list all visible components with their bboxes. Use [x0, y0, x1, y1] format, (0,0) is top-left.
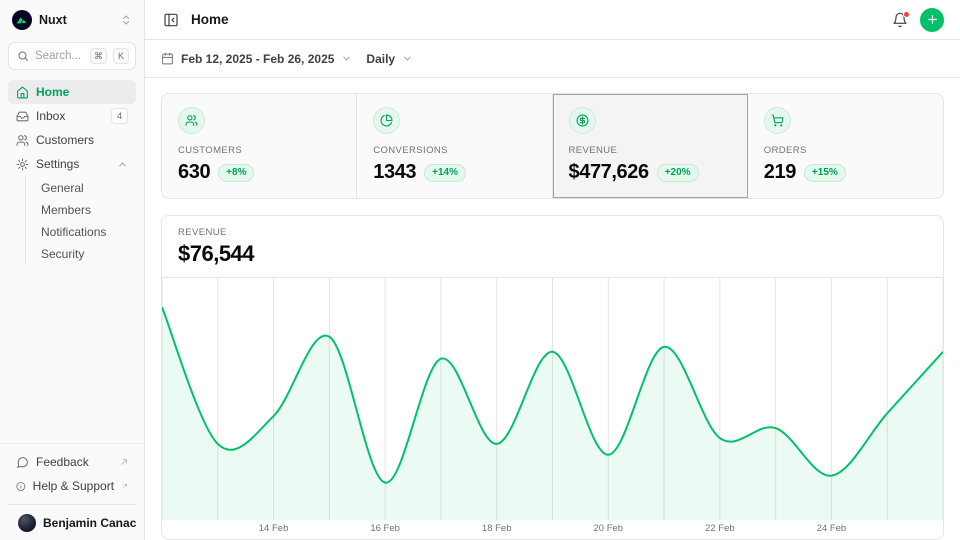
sidebar-item-label: Customers [36, 133, 128, 147]
search-box[interactable]: ⌘ K [8, 42, 136, 70]
message-circle-icon [16, 456, 29, 469]
sidebar-collapse-button[interactable] [161, 10, 181, 30]
notifications-button[interactable] [890, 10, 910, 30]
user-name: Benjamin Canac [43, 516, 136, 530]
date-range-button[interactable]: Feb 12, 2025 - Feb 26, 2025 [161, 52, 352, 66]
plus-icon [926, 13, 939, 26]
sidebar-item-label: Inbox [36, 109, 104, 123]
sidebar-item-customers[interactable]: Customers [8, 128, 136, 152]
page-title: Home [191, 12, 880, 27]
filters-toolbar: Feb 12, 2025 - Feb 26, 2025 Daily [145, 40, 960, 78]
sidebar-item-label: Home [36, 85, 128, 99]
external-link-icon [120, 458, 128, 466]
team-name: Nuxt [39, 13, 113, 27]
revenue-chart-card: Revenue $76,544 14 Feb 16 Feb 18 Feb 20 Feb… [161, 215, 944, 540]
shopping-cart-icon [771, 114, 784, 127]
panel-left-close-icon [163, 12, 179, 28]
chevron-down-icon [402, 53, 413, 64]
sidebar-item-security[interactable]: Security [37, 243, 136, 265]
sidebar-item-general[interactable]: General [37, 177, 136, 199]
stat-label: Revenue [569, 145, 731, 156]
stat-value: 630 [178, 161, 210, 184]
x-tick-label: 14 Feb [259, 523, 289, 534]
sidebar-nav: Home Inbox 4 Customers Settings General … [0, 80, 144, 265]
kbd-k: K [113, 48, 129, 64]
circle-dollar-icon [576, 114, 589, 127]
x-tick-label: 22 Feb [705, 523, 735, 534]
granularity-select[interactable]: Daily [366, 52, 413, 66]
stat-value: 219 [764, 161, 796, 184]
revenue-chart-plot[interactable] [162, 278, 943, 520]
inbox-count-badge: 4 [111, 108, 128, 124]
dashboard-content: Customers 630 +8% Conversions 1343 +14% [145, 78, 960, 540]
users-icon [16, 134, 29, 147]
sidebar-item-members[interactable]: Members [37, 199, 136, 221]
stat-card-orders[interactable]: Orders 219 +15% [748, 94, 943, 198]
gear-icon [16, 158, 29, 171]
x-tick-label: 24 Feb [817, 523, 847, 534]
sidebar-item-notifications[interactable]: Notifications [37, 221, 136, 243]
main-panel: Home Feb 12, 2025 - Feb 26, 2025 Daily [145, 0, 960, 540]
calendar-icon [161, 52, 174, 65]
users-icon [185, 114, 198, 127]
search-icon [17, 50, 29, 62]
stat-label: Customers [178, 145, 340, 156]
feedback-link[interactable]: Feedback [8, 450, 136, 474]
sidebar-item-settings[interactable]: Settings [8, 152, 136, 176]
x-tick-label: 18 Feb [482, 523, 512, 534]
footer-link-label: Feedback [36, 455, 112, 469]
granularity-label: Daily [366, 52, 395, 66]
search-input[interactable] [35, 50, 84, 62]
stat-card-revenue[interactable]: Revenue $477,626 +20% [553, 94, 748, 198]
stat-value: $477,626 [569, 161, 649, 184]
stat-delta-badge: +14% [424, 164, 466, 182]
chevrons-up-down-icon [120, 14, 132, 26]
x-tick-label: 20 Feb [593, 523, 623, 534]
page-header: Home [145, 0, 960, 40]
stat-delta-badge: +15% [804, 164, 846, 182]
sidebar-item-label: Settings [36, 157, 110, 171]
sub-item-label: General [41, 181, 84, 195]
chart-pie-icon [380, 114, 393, 127]
stat-label: Conversions [373, 145, 535, 156]
notification-dot [903, 11, 910, 18]
footer-link-label: Help & Support [33, 479, 114, 493]
stats-grid: Customers 630 +8% Conversions 1343 +14% [161, 93, 944, 199]
settings-submenu: General Members Notifications Security [25, 177, 136, 265]
sub-item-label: Security [41, 247, 84, 261]
add-button[interactable] [920, 8, 944, 32]
avatar [18, 514, 36, 532]
info-circle-icon [16, 480, 26, 493]
date-range-label: Feb 12, 2025 - Feb 26, 2025 [181, 52, 334, 66]
sidebar-item-inbox[interactable]: Inbox 4 [8, 104, 136, 128]
sidebar-item-home[interactable]: Home [8, 80, 136, 104]
app-window: Nuxt ⌘ K Home Inbox 4 Customers [0, 0, 960, 540]
sidebar: Nuxt ⌘ K Home Inbox 4 Customers [0, 0, 145, 540]
home-icon [16, 86, 29, 99]
sub-item-label: Members [41, 203, 91, 217]
help-support-link[interactable]: Help & Support [8, 474, 136, 498]
nuxt-logo-icon [12, 10, 32, 30]
chart-x-axis: 14 Feb 16 Feb 18 Feb 20 Feb 22 Feb 24 Feb [162, 520, 943, 539]
stat-value: 1343 [373, 161, 416, 184]
chart-label: Revenue [178, 227, 927, 238]
sub-item-label: Notifications [41, 225, 106, 239]
chart-value: $76,544 [178, 241, 927, 267]
stat-label: Orders [764, 145, 927, 156]
stat-delta-badge: +20% [657, 164, 699, 182]
chevron-down-icon [341, 53, 352, 64]
sidebar-footer: Feedback Help & Support Benjamin Canac [0, 443, 144, 540]
stat-delta-badge: +8% [218, 164, 254, 182]
stat-card-customers[interactable]: Customers 630 +8% [162, 94, 357, 198]
stat-card-conversions[interactable]: Conversions 1343 +14% [357, 94, 552, 198]
external-link-icon [122, 482, 128, 490]
kbd-cmd: ⌘ [90, 48, 107, 64]
user-menu[interactable]: Benjamin Canac [8, 504, 136, 540]
x-tick-label: 16 Feb [370, 523, 400, 534]
team-switcher[interactable]: Nuxt [0, 0, 144, 40]
chart-header: Revenue $76,544 [162, 216, 943, 278]
inbox-icon [16, 110, 29, 123]
chevron-up-icon [117, 159, 128, 170]
